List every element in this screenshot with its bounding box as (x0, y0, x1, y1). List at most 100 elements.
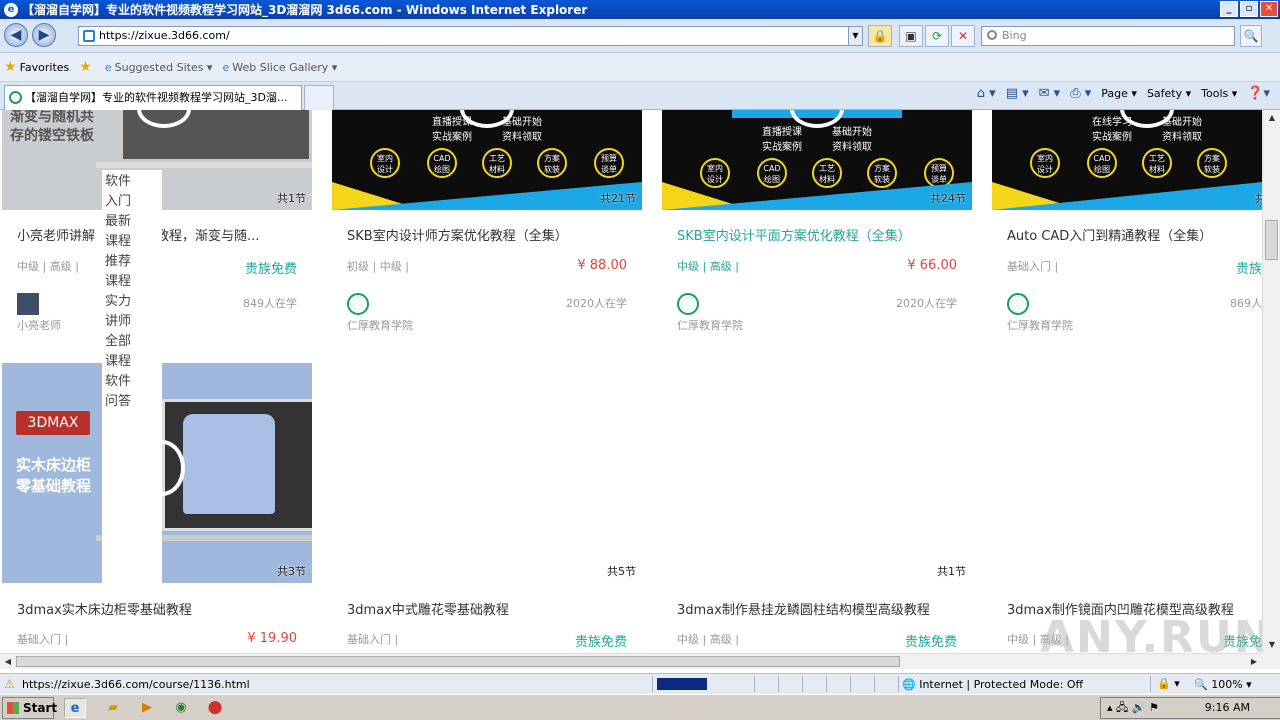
web-slice-gallery-link[interactable]: e Web Slice Gallery ▾ (222, 61, 337, 74)
course-thumbnail[interactable]: 共5节 (332, 363, 642, 583)
scroll-right-icon[interactable]: ▶ (1246, 654, 1262, 670)
menu-item[interactable]: 最新 (105, 212, 159, 232)
page-menu[interactable]: Page ▾ (1101, 87, 1137, 100)
start-label: Start (23, 701, 58, 715)
course-title[interactable]: 3dmax中式雕花零基础教程 (347, 599, 637, 618)
security-zone[interactable]: 🌐 Internet | Protected Mode: Off (902, 678, 1083, 691)
author-name[interactable]: 仁厚教育学院 (1007, 317, 1073, 333)
start-button[interactable]: Start (2, 697, 58, 719)
menu-item[interactable]: 推荐 (105, 252, 159, 272)
course-card[interactable]: 在线学习 基础开始 实战案例 资料领取 室内 设计 CAD 绘图 工艺 材料 方… (992, 110, 1262, 350)
web-slice-gallery-label: Web Slice Gallery ▾ (232, 60, 338, 74)
tray-icons[interactable]: ▴ 🖧 🔊 ⚑ (1107, 698, 1159, 718)
vertical-scrollbar[interactable]: ▲ ▼ (1262, 110, 1280, 653)
course-title[interactable]: SKB室内设计平面方案优化教程（全集） (677, 225, 967, 244)
tools-menu[interactable]: Tools ▾ (1201, 87, 1237, 100)
explorer-folder-icon[interactable]: ▰ (102, 698, 124, 718)
address-dropdown-icon[interactable]: ▼ (848, 27, 862, 45)
author-name[interactable]: 仁厚教育学院 (347, 317, 413, 333)
compatibility-view-icon[interactable]: ▣ (899, 25, 923, 47)
horizontal-scrollbar[interactable]: ◀ ▶ (0, 653, 1262, 669)
course-thumbnail[interactable]: 直播授课 基础开始 实战案例 资料领取 室内 设计 CAD 绘图 工艺 材料 方… (662, 110, 972, 210)
vertical-scroll-thumb[interactable] (1265, 220, 1278, 260)
author-name[interactable]: 仁厚教育学院 (677, 317, 743, 333)
course-thumbnail[interactable]: 在线学习 基础开始 实战案例 资料领取 室内 设计 CAD 绘图 工艺 材料 方… (992, 110, 1262, 210)
author-avatar[interactable] (677, 293, 699, 315)
status-divider (850, 676, 851, 692)
restore-button[interactable]: ▫ (1240, 1, 1258, 17)
home-icon[interactable]: ⌂ ▾ (977, 86, 996, 101)
forward-button[interactable]: ▶ (32, 23, 56, 47)
ie-taskbar-icon[interactable]: e (64, 698, 86, 718)
menu-item[interactable]: 课程 (105, 232, 159, 252)
help-icon[interactable]: ❓▾ (1247, 86, 1270, 101)
menu-item[interactable]: 全部 (105, 332, 159, 352)
banner-item: 资料领取 (832, 142, 872, 153)
horizontal-scroll-thumb[interactable] (16, 656, 900, 667)
course-title[interactable]: Auto CAD入门到精通教程（全集） (1007, 225, 1257, 244)
banner-item: 资料领取 (502, 132, 542, 143)
course-thumbnail[interactable]: 共1节 (662, 363, 972, 583)
course-thumbnail[interactable] (992, 363, 1262, 583)
scroll-up-icon[interactable]: ▲ (1263, 110, 1280, 126)
minimize-button[interactable]: _ (1220, 1, 1238, 17)
scroll-left-icon[interactable]: ◀ (0, 654, 16, 670)
banner-item: 实战案例 (1092, 132, 1132, 143)
course-title[interactable]: 3dmax制作悬挂龙鳞圆柱结构模型高级教程 (677, 599, 967, 618)
lesson-count: 共5节 (607, 565, 636, 578)
course-title[interactable]: 小亮老师讲解 端教程，渐变与随... (17, 225, 307, 244)
menu-item[interactable]: 讲师 (105, 312, 159, 332)
new-tab-button[interactable] (304, 85, 334, 110)
zoom-level[interactable]: 🔍 100% ▾ (1194, 678, 1252, 691)
lock-icon[interactable]: 🔒 (868, 25, 892, 47)
menu-item[interactable]: 课程 (105, 352, 159, 372)
media-player-icon[interactable]: ▶ (136, 698, 158, 718)
menu-item[interactable]: 入门 (105, 192, 159, 212)
course-title[interactable]: SKB室内设计师方案优化教程（全集） (347, 225, 637, 244)
browser-tab[interactable]: 【溜溜自学网】专业的软件视频教程学习网站_3D溜... (4, 85, 302, 110)
course-card[interactable]: 共1节 3dmax制作悬挂龙鳞圆柱结构模型高级教程 中级 | 高级 | 贵族免费 (662, 363, 972, 653)
author-avatar[interactable] (17, 293, 39, 315)
feeds-icon[interactable]: ▤ ▾ (1006, 86, 1029, 101)
menu-item[interactable]: 实力 (105, 292, 159, 312)
author-avatar[interactable] (347, 293, 369, 315)
search-icon[interactable]: 🔍 (1240, 25, 1262, 47)
mail-icon[interactable]: ✉ ▾ (1039, 86, 1061, 101)
chrome-icon[interactable]: ◉ (170, 698, 192, 718)
banner-item: 资料领取 (1162, 132, 1202, 143)
search-input[interactable]: Bing (981, 26, 1235, 46)
course-card[interactable]: 直播授课 基础开始 实战案例 资料领取 室内 设计 CAD 绘图 工艺 材料 方… (332, 110, 642, 350)
scroll-down-icon[interactable]: ▼ (1263, 637, 1280, 653)
print-icon[interactable]: ⎙ ▾ (1070, 86, 1091, 101)
close-window-button[interactable]: ✕ (1260, 1, 1278, 17)
tab-label: 【溜溜自学网】专业的软件视频教程学习网站_3D溜... (25, 91, 288, 104)
add-favorite-button[interactable]: ★ (79, 59, 95, 75)
laptop-screen-image (120, 110, 312, 162)
security-app-icon[interactable]: ⬤ (204, 698, 226, 718)
student-count: 2020人在学 (566, 297, 627, 310)
favorites-button[interactable]: ★ Favorites (4, 59, 69, 75)
back-button[interactable]: ◀ (4, 23, 28, 47)
banner-text: 实木床边柜 零基础教程 (16, 456, 92, 495)
protected-mode-icon[interactable]: 🔒 ▾ (1157, 677, 1180, 690)
course-thumbnail[interactable]: 直播授课 基础开始 实战案例 资料领取 室内 设计 CAD 绘图 工艺 材料 方… (332, 110, 642, 210)
course-card[interactable]: 直播授课 基础开始 实战案例 资料领取 室内 设计 CAD 绘图 工艺 材料 方… (662, 110, 972, 350)
suggested-sites-link[interactable]: e Suggested Sites ▾ (105, 61, 213, 74)
stop-icon[interactable]: ✕ (951, 25, 975, 47)
author-avatar[interactable] (1007, 293, 1029, 315)
clock[interactable]: 9:16 AM (1205, 698, 1250, 718)
menu-item[interactable]: 软件 (105, 372, 159, 392)
menu-item[interactable]: 课程 (105, 272, 159, 292)
address-bar[interactable]: https://zixue.3d66.com/ ▼ (78, 26, 863, 46)
refresh-icon[interactable]: ⟳ (925, 25, 949, 47)
menu-item[interactable]: 问答 (105, 392, 159, 412)
status-url: https://zixue.3d66.com/course/1136.html (22, 678, 250, 691)
menu-item[interactable]: 软件 (105, 172, 159, 192)
safety-menu[interactable]: Safety ▾ (1147, 87, 1191, 100)
course-card[interactable]: 共5节 3dmax中式雕花零基础教程 基础入门 | 贵族免费 (332, 363, 642, 653)
course-title[interactable]: 3dmax实木床边柜零基础教程 (17, 599, 307, 618)
course-card[interactable]: 3dmax制作镜面内凹雕花模型高级教程 中级 | 高级 | 贵族免 (992, 363, 1262, 653)
author-name[interactable]: 小亮老师 (17, 317, 61, 333)
course-level: 中级 | 高级 | (17, 260, 79, 273)
student-count: 849人在学 (243, 297, 297, 310)
